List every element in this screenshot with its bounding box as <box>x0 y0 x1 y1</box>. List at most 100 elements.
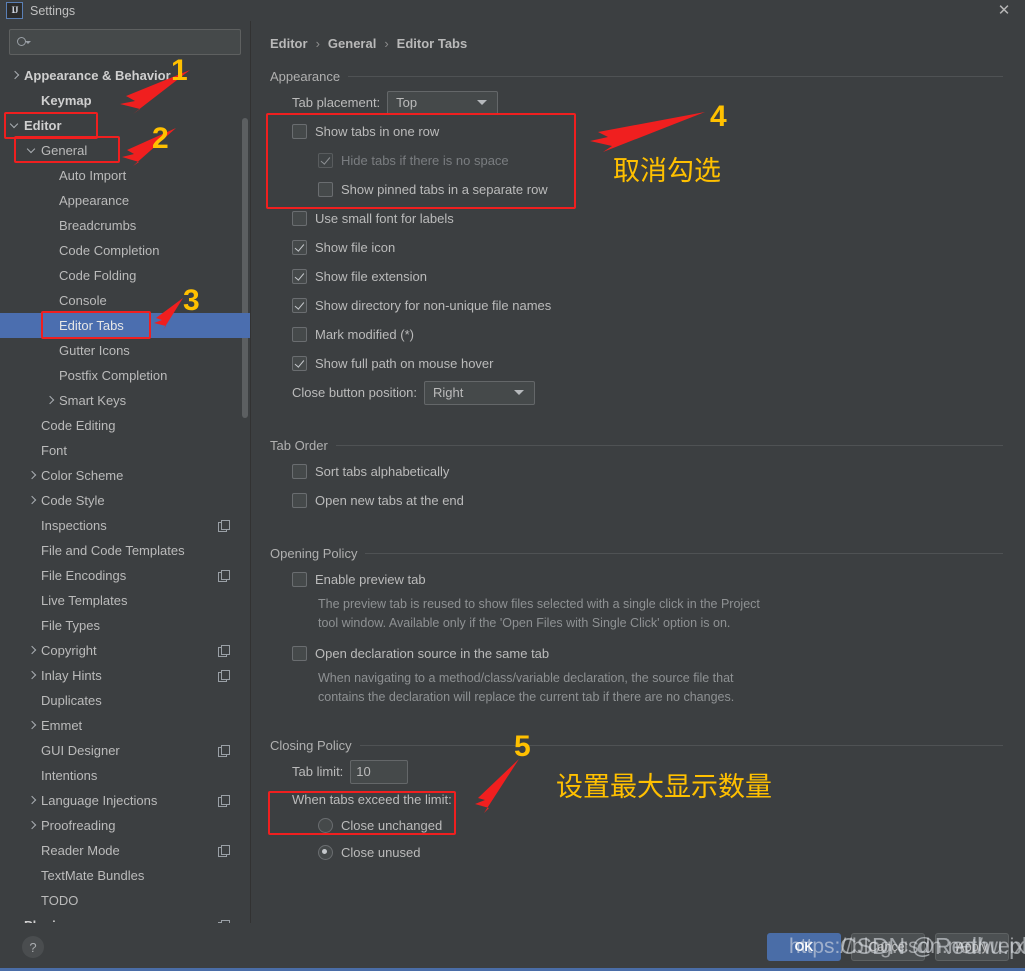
show-full-path-checkbox[interactable] <box>292 356 307 371</box>
sidebar-item-textmate-bundles[interactable]: TextMate Bundles <box>0 863 250 888</box>
settings-tree[interactable]: Appearance & Behavior Keymap Editor General… <box>0 62 250 923</box>
show-tabs-one-row-label: Show tabs in one row <box>315 124 440 139</box>
sidebar-item-intentions[interactable]: Intentions <box>0 763 250 788</box>
show-pinned-separate-row[interactable]: Show pinned tabs in a separate row <box>270 175 1003 204</box>
use-small-font-row[interactable]: Use small font for labels <box>270 204 1003 233</box>
sidebar-item-todo[interactable]: TODO <box>0 888 250 913</box>
show-full-path-label: Show full path on mouse hover <box>315 356 494 371</box>
close-unused-row[interactable]: Close unused <box>270 839 1003 866</box>
sidebar-item-code-style[interactable]: Code Style <box>0 488 250 513</box>
sidebar-item-inlay-hints[interactable]: Inlay Hints <box>0 663 250 688</box>
show-directory-checkbox[interactable] <box>292 298 307 313</box>
sort-tabs-alphabetically-checkbox[interactable] <box>292 464 307 479</box>
sidebar-item-gui-designer[interactable]: GUI Designer <box>0 738 250 763</box>
sidebar-item-label: File and Code Templates <box>41 543 185 558</box>
open-new-tabs-end-row[interactable]: Open new tabs at the end <box>270 486 1003 515</box>
sidebar-item-console[interactable]: Console <box>0 288 250 313</box>
search-box[interactable] <box>9 29 241 55</box>
help-icon[interactable]: ? <box>22 936 44 958</box>
sidebar-item-live-templates[interactable]: Live Templates <box>0 588 250 613</box>
sidebar-item-auto-import[interactable]: Auto Import <box>0 163 250 188</box>
close-unchanged-row[interactable]: Close unchanged <box>270 812 1003 839</box>
mark-modified-row[interactable]: Mark modified (*) <box>270 320 1003 349</box>
sidebar-item-reader-mode[interactable]: Reader Mode <box>0 838 250 863</box>
show-directory-row[interactable]: Show directory for non-unique file names <box>270 291 1003 320</box>
sidebar-item-code-editing[interactable]: Code Editing <box>0 413 250 438</box>
open-declaration-row[interactable]: Open declaration source in the same tab <box>270 639 1003 668</box>
sidebar-item-label: Appearance & Behavior <box>24 68 171 83</box>
sidebar-item-inspections[interactable]: Inspections <box>0 513 250 538</box>
sidebar-item-keymap[interactable]: Keymap <box>0 88 250 113</box>
ok-button[interactable]: OK <box>767 933 841 961</box>
sidebar-item-file-types[interactable]: File Types <box>0 613 250 638</box>
sidebar-item-label: Proofreading <box>41 818 116 833</box>
chevron-right-icon[interactable] <box>10 70 21 81</box>
tab-placement-select[interactable]: Top <box>387 90 499 115</box>
sidebar-item-file-and-code-templates[interactable]: File and Code Templates <box>0 538 250 563</box>
apply-button[interactable]: Apply <box>935 933 1009 961</box>
tab-limit-input[interactable] <box>350 759 409 784</box>
sidebar-item-duplicates[interactable]: Duplicates <box>0 688 250 713</box>
sidebar-item-smart-keys[interactable]: Smart Keys <box>0 388 250 413</box>
chevron-right-icon[interactable] <box>27 670 38 681</box>
show-file-icon-checkbox[interactable] <box>292 240 307 255</box>
sidebar-item-editor-tabs[interactable]: Editor Tabs <box>0 313 250 338</box>
show-tabs-one-row-checkbox[interactable] <box>292 124 307 139</box>
open-declaration-checkbox[interactable] <box>292 646 307 661</box>
sidebar-item-breadcrumbs[interactable]: Breadcrumbs <box>0 213 250 238</box>
breadcrumb-item-0[interactable]: Editor <box>270 36 308 51</box>
sidebar-item-file-encodings[interactable]: File Encodings <box>0 563 250 588</box>
close-button-position-select[interactable]: Right <box>424 380 536 405</box>
show-tabs-one-row-row[interactable]: Show tabs in one row <box>270 117 1003 146</box>
sidebar-item-language-injections[interactable]: Language Injections <box>0 788 250 813</box>
chevron-right-icon[interactable] <box>27 495 38 506</box>
chevron-right-icon[interactable] <box>45 395 56 406</box>
show-full-path-row[interactable]: Show full path on mouse hover <box>270 349 1003 378</box>
sidebar-item-plugins[interactable]: Plugins <box>0 913 250 923</box>
chevron-right-icon[interactable] <box>27 820 38 831</box>
search-input[interactable] <box>33 34 234 50</box>
cancel-button[interactable]: Cancel <box>851 933 925 961</box>
sidebar-item-color-scheme[interactable]: Color Scheme <box>0 463 250 488</box>
chevron-down-icon[interactable] <box>10 120 21 131</box>
search-area <box>0 21 250 62</box>
sidebar-item-font[interactable]: Font <box>0 438 250 463</box>
show-pinned-separate-checkbox[interactable] <box>318 182 333 197</box>
sidebar-item-emmet[interactable]: Emmet <box>0 713 250 738</box>
show-file-extension-checkbox[interactable] <box>292 269 307 284</box>
close-icon[interactable]: ✕ <box>993 0 1015 20</box>
chevron-right-icon[interactable] <box>27 470 38 481</box>
chevron-right-icon[interactable] <box>27 645 38 656</box>
use-small-font-checkbox[interactable] <box>292 211 307 226</box>
enable-preview-tab-row[interactable]: Enable preview tab <box>270 565 1003 594</box>
sidebar-item-proofreading[interactable]: Proofreading <box>0 813 250 838</box>
chevron-down-icon[interactable] <box>27 145 38 156</box>
sidebar-item-copyright[interactable]: Copyright <box>0 638 250 663</box>
sidebar-item-code-completion[interactable]: Code Completion <box>0 238 250 263</box>
enable-preview-tab-checkbox[interactable] <box>292 572 307 587</box>
mark-modified-checkbox[interactable] <box>292 327 307 342</box>
open-new-tabs-end-checkbox[interactable] <box>292 493 307 508</box>
sidebar-item-label: Emmet <box>41 718 83 733</box>
close-unchanged-radio[interactable] <box>318 818 333 833</box>
sidebar-item-gutter-icons[interactable]: Gutter Icons <box>0 338 250 363</box>
chevron-right-icon[interactable] <box>27 720 38 731</box>
sidebar-item-editor[interactable]: Editor <box>0 113 250 138</box>
sort-tabs-alphabetically-row[interactable]: Sort tabs alphabetically <box>270 457 1003 486</box>
sidebar-item-general[interactable]: General <box>0 138 250 163</box>
sidebar-item-appearance-behavior[interactable]: Appearance & Behavior <box>0 63 250 88</box>
when-exceed-limit-row: When tabs exceed the limit: <box>270 786 1003 812</box>
close-unused-radio[interactable] <box>318 845 333 860</box>
breadcrumb: Editor › General › Editor Tabs <box>270 21 1003 60</box>
sidebar-item-code-folding[interactable]: Code Folding <box>0 263 250 288</box>
sidebar-item-appearance[interactable]: Appearance <box>0 188 250 213</box>
chevron-right-icon[interactable] <box>27 795 38 806</box>
project-scope-icon <box>218 669 230 682</box>
sidebar-item-label: Editor <box>24 118 62 133</box>
show-file-icon-row[interactable]: Show file icon <box>270 233 1003 262</box>
breadcrumb-item-1[interactable]: General <box>328 36 376 51</box>
sidebar-item-postfix-completion[interactable]: Postfix Completion <box>0 363 250 388</box>
show-file-extension-row[interactable]: Show file extension <box>270 262 1003 291</box>
